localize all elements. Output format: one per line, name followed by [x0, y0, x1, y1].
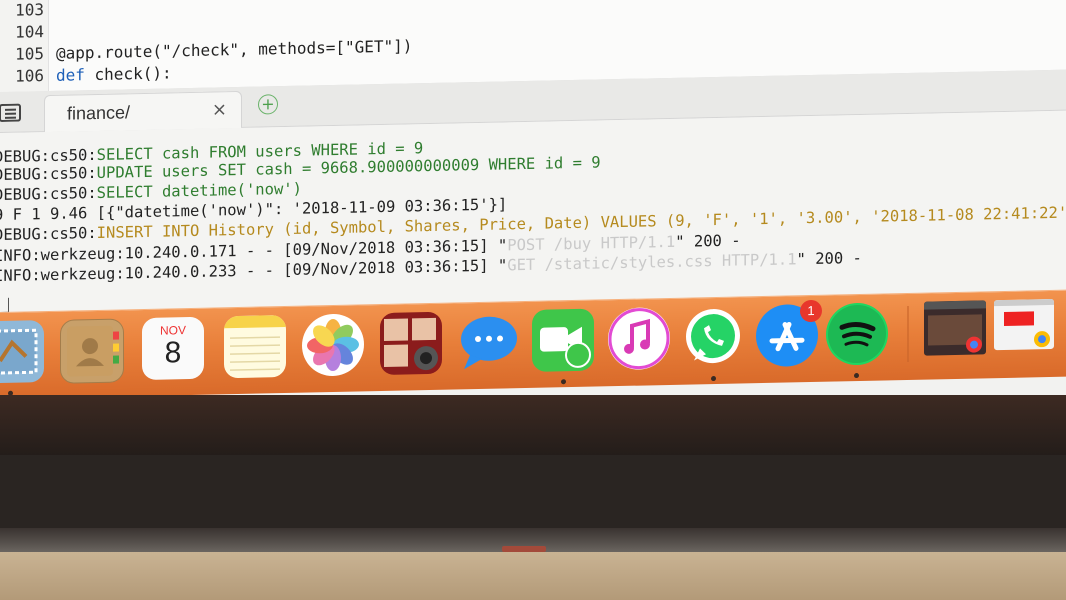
- code-line: 106 def check():: [0, 62, 172, 88]
- close-icon[interactable]: ×: [212, 99, 227, 120]
- line-number: 104: [15, 22, 44, 42]
- laptop-screen: 103 104 105 @app.route("/check", methods=…: [0, 0, 1066, 421]
- notification-badge: 1: [800, 299, 822, 323]
- contacts-icon[interactable]: [60, 318, 124, 384]
- panel-menu-icon[interactable]: [0, 103, 22, 122]
- terminal-output[interactable]: DEBUG:cs50:SELECT cash FROM users WHERE …: [0, 110, 1066, 313]
- log-prefix: DEBUG:cs50:: [0, 223, 97, 245]
- log-prefix: DEBUG:cs50:: [0, 163, 97, 185]
- log-status: " 200 -: [796, 248, 862, 269]
- running-indicator: [711, 376, 716, 382]
- log-request: POST /buy HTTP/1.1: [507, 232, 676, 255]
- line-number: 103: [15, 0, 44, 20]
- log-status: " 200 -: [675, 231, 741, 251]
- notes-icon[interactable]: [224, 315, 286, 379]
- code-text: @app.route("/check", methods=["GET"]): [56, 36, 413, 63]
- code-line: 105 @app.route("/check", methods=["GET"]): [0, 35, 412, 66]
- tab-finance[interactable]: finance/ ×: [44, 90, 242, 133]
- facetime-icon[interactable]: [532, 308, 594, 372]
- tab-label: finance/: [67, 102, 131, 124]
- calendar-icon[interactable]: NOV 8: [142, 316, 204, 381]
- code-keyword: def: [56, 65, 85, 85]
- spotify-icon[interactable]: [826, 302, 888, 366]
- log-prefix: DEBUG:cs50:: [0, 183, 97, 205]
- messages-icon[interactable]: [458, 310, 520, 373]
- code-line: 104: [0, 21, 56, 44]
- line-number: 106: [15, 66, 44, 86]
- calendar-day: 8: [164, 336, 182, 370]
- running-indicator: [561, 379, 566, 385]
- photos-icon[interactable]: [302, 313, 364, 377]
- itunes-icon[interactable]: [608, 306, 670, 371]
- log-prefix: 9 F 1 9.46: [0, 203, 97, 225]
- running-indicator: [854, 373, 859, 379]
- desk-surface: [0, 552, 1066, 600]
- line-number: 105: [15, 44, 44, 64]
- log-request: GET /static/styles.css HTTP/1.1: [507, 250, 797, 275]
- code-text: check():: [84, 63, 172, 85]
- terminal-cursor: [0, 297, 9, 313]
- code-line: 103: [0, 0, 56, 22]
- mail-icon[interactable]: [0, 320, 44, 384]
- chrome-window-thumbnail[interactable]: [924, 300, 986, 356]
- screen-bezel: [0, 395, 1066, 455]
- whatsapp-icon[interactable]: [682, 305, 744, 368]
- chrome-window-thumbnail-2[interactable]: [994, 298, 1054, 351]
- photo-booth-icon[interactable]: [380, 311, 442, 376]
- dock-separator: [907, 305, 909, 363]
